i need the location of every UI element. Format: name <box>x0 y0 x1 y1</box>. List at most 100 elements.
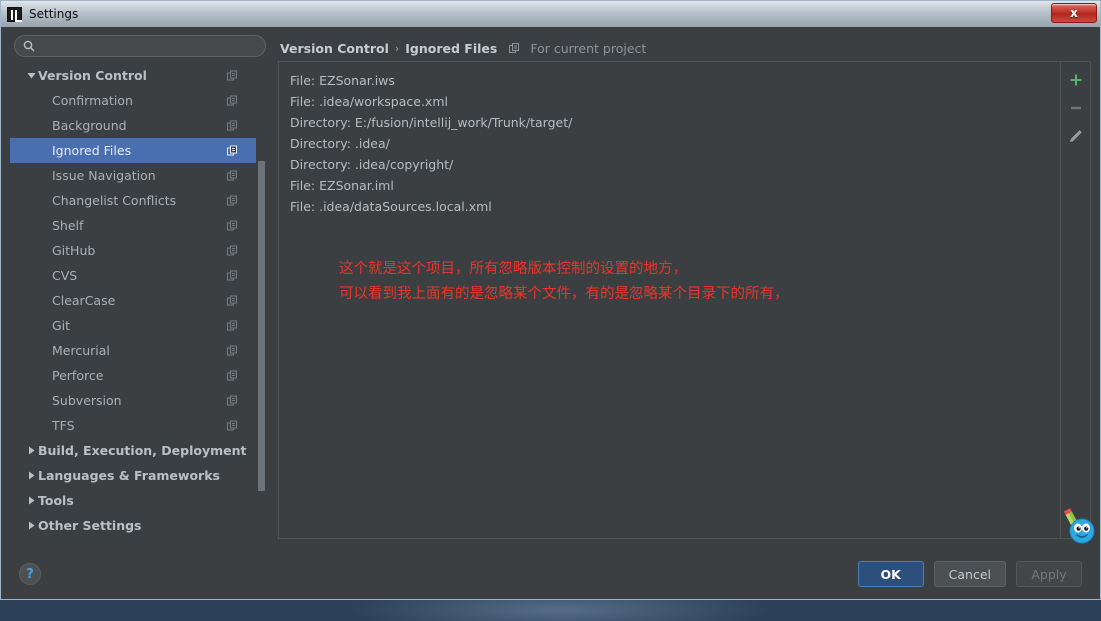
breadcrumb-scope-note: For current project <box>530 40 647 56</box>
add-button[interactable] <box>1063 68 1089 92</box>
sidebar-item-label: Changelist Conflicts <box>52 193 177 208</box>
remove-button <box>1063 96 1089 120</box>
sidebar-item-issue-navigation[interactable]: Issue Navigation <box>10 163 256 188</box>
sidebar-item-label: ClearCase <box>52 293 116 308</box>
sidebar-item-changelist-conflicts[interactable]: Changelist Conflicts <box>10 188 256 213</box>
breadcrumb: Version Control › Ignored Files For curr… <box>278 35 1091 61</box>
chevron-right-icon[interactable] <box>24 446 38 455</box>
sidebar-item-other-settings[interactable]: Other Settings <box>10 513 256 538</box>
sidebar-item-subversion[interactable]: Subversion <box>10 388 256 413</box>
sidebar-item-label: Shelf <box>52 218 84 233</box>
main-area: PluginsVersion ControlConfirmationBackgr… <box>1 27 1100 549</box>
project-scope-icon <box>227 366 238 385</box>
settings-tree: PluginsVersion ControlConfirmationBackgr… <box>10 65 266 538</box>
cancel-button[interactable]: Cancel <box>933 561 1006 587</box>
chevron-right-icon[interactable] <box>24 521 38 530</box>
list-item[interactable]: Directory: .idea/copyright/ <box>287 154 1060 175</box>
list-item[interactable]: File: .idea/dataSources.local.xml <box>287 196 1060 217</box>
breadcrumb-separator: › <box>394 41 400 55</box>
sidebar-item-github[interactable]: GitHub <box>10 238 256 263</box>
list-item[interactable]: Directory: .idea/ <box>287 133 1060 154</box>
sidebar-item-ignored-files[interactable]: Ignored Files <box>10 138 256 163</box>
titlebar-left: Settings <box>7 6 79 22</box>
list-item[interactable]: File: EZSonar.iml <box>287 175 1060 196</box>
sidebar-item-label: Mercurial <box>52 343 110 358</box>
search-wrapper <box>10 35 266 65</box>
ok-button[interactable]: OK <box>857 561 924 587</box>
sidebar-item-version-control[interactable]: Version Control <box>10 65 256 88</box>
sidebar-item-label: Background <box>52 118 127 133</box>
sidebar-item-label: Tools <box>38 493 74 508</box>
sidebar-item-label: Ignored Files <box>52 143 132 158</box>
project-scope-icon <box>227 216 238 235</box>
sidebar-scrollbar[interactable] <box>257 65 266 549</box>
project-scope-icon <box>227 241 238 260</box>
project-scope-icon <box>227 416 238 435</box>
sidebar-item-label: Perforce <box>52 368 104 383</box>
search-icon <box>23 40 35 52</box>
search-box[interactable] <box>14 35 266 57</box>
project-scope-icon <box>509 42 520 54</box>
ignored-files-panel: File: EZSonar.iws File: .idea/workspace.x… <box>278 61 1091 539</box>
intellij-idea-logo-icon <box>7 6 22 22</box>
project-scope-icon <box>227 66 238 85</box>
sidebar-item-shelf[interactable]: Shelf <box>10 213 256 238</box>
pencil-icon <box>1070 130 1082 142</box>
project-scope-icon <box>227 141 238 160</box>
sidebar-item-confirmation[interactable]: Confirmation <box>10 88 256 113</box>
sidebar-item-label: Other Settings <box>38 518 142 533</box>
settings-content: Version Control › Ignored Files For curr… <box>266 35 1091 549</box>
plus-icon <box>1070 74 1081 86</box>
dialog-body: PluginsVersion ControlConfirmationBackgr… <box>1 27 1100 599</box>
breadcrumb-parent[interactable]: Version Control <box>280 41 389 56</box>
sidebar-item-label: Languages & Frameworks <box>38 468 220 483</box>
settings-sidebar: PluginsVersion ControlConfirmationBackgr… <box>10 35 266 549</box>
sidebar-item-label: TFS <box>52 418 75 433</box>
sidebar-item-tools[interactable]: Tools <box>10 488 256 513</box>
sidebar-item-label: Confirmation <box>52 93 133 108</box>
breadcrumb-current: Ignored Files <box>405 40 498 56</box>
close-icon: x <box>1070 6 1078 20</box>
project-scope-icon <box>227 316 238 335</box>
close-button[interactable]: x <box>1051 3 1097 23</box>
project-scope-icon <box>227 341 238 360</box>
help-icon: ? <box>26 566 34 582</box>
chevron-down-icon[interactable] <box>24 71 38 80</box>
dialog-buttons: OK Cancel Apply <box>857 561 1082 587</box>
sidebar-item-label: CVS <box>52 268 78 283</box>
help-button[interactable]: ? <box>19 563 41 585</box>
sidebar-item-languages-frameworks[interactable]: Languages & Frameworks <box>10 463 256 488</box>
list-item[interactable]: File: EZSonar.iws <box>287 70 1060 91</box>
sidebar-item-cvs[interactable]: CVS <box>10 263 256 288</box>
sidebar-item-mercurial[interactable]: Mercurial <box>10 338 256 363</box>
sidebar-item-label: Git <box>52 318 71 333</box>
list-item[interactable]: Directory: E:/fusion/intellij_work/Trunk… <box>287 112 1060 133</box>
project-scope-icon <box>227 291 238 310</box>
settings-dialog: Settings x PluginsVersi <box>0 0 1101 600</box>
sidebar-item-label: Build, Execution, Deployment <box>38 443 247 458</box>
window-title: Settings <box>29 7 79 21</box>
list-item[interactable]: File: .idea/workspace.xml <box>287 91 1060 112</box>
minus-icon <box>1070 106 1081 110</box>
project-scope-icon <box>227 191 238 210</box>
sidebar-item-background[interactable]: Background <box>10 113 256 138</box>
sidebar-item-label: Issue Navigation <box>52 168 156 183</box>
sidebar-item-git[interactable]: Git <box>10 313 256 338</box>
sidebar-item-tfs[interactable]: TFS <box>10 413 256 438</box>
settings-tree-wrapper: PluginsVersion ControlConfirmationBackgr… <box>10 65 266 549</box>
sidebar-scrollbar-thumb[interactable] <box>258 161 265 491</box>
list-toolbar <box>1060 62 1090 538</box>
chevron-right-icon[interactable] <box>24 471 38 480</box>
sidebar-item-clearcase[interactable]: ClearCase <box>10 288 256 313</box>
project-scope-icon <box>227 166 238 185</box>
edit-button[interactable] <box>1063 124 1089 148</box>
sidebar-item-label: Subversion <box>52 393 122 408</box>
ignored-files-list[interactable]: File: EZSonar.iws File: .idea/workspace.x… <box>279 62 1060 538</box>
apply-button: Apply <box>1016 561 1082 587</box>
project-scope-icon <box>227 91 238 110</box>
search-input[interactable] <box>41 38 257 54</box>
project-scope-icon <box>227 266 238 285</box>
sidebar-item-build-execution-deployment[interactable]: Build, Execution, Deployment <box>10 438 256 463</box>
chevron-right-icon[interactable] <box>24 496 38 505</box>
sidebar-item-perforce[interactable]: Perforce <box>10 363 256 388</box>
